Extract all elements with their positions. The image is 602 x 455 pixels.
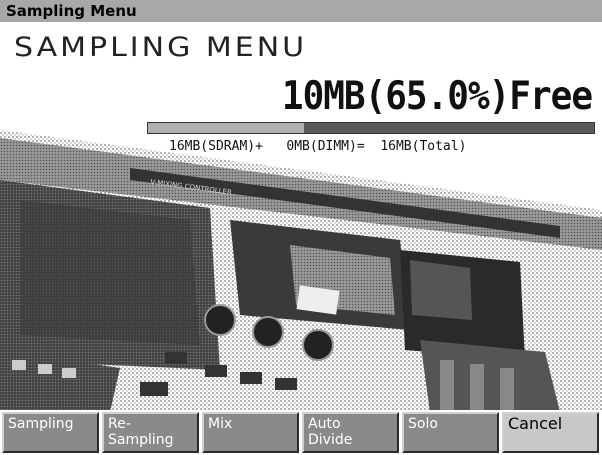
resampling-button[interactable]: Re- Sampling xyxy=(102,412,199,453)
function-key-bar: Sampling Re- Sampling Mix Auto Divide So… xyxy=(0,410,602,455)
sampler-controller-photo: V-MIXING CONTROLLER xyxy=(0,130,602,412)
auto-divide-button[interactable]: Auto Divide xyxy=(302,412,399,453)
mix-button[interactable]: Mix xyxy=(202,412,299,453)
solo-button[interactable]: Solo xyxy=(402,412,499,453)
window-title-bar: Sampling Menu xyxy=(0,0,602,22)
window-title: Sampling Menu xyxy=(6,2,137,20)
cancel-button[interactable]: Cancel xyxy=(502,412,599,453)
sampling-button[interactable]: Sampling xyxy=(2,412,99,453)
free-memory-readout: 10MB(65.0%)Free xyxy=(281,73,593,120)
memory-breakdown: 16MB(SDRAM)+ 0MB(DIMM)= 16MB(Total) xyxy=(169,139,467,154)
page-title: SAMPLING MENU xyxy=(14,31,308,64)
